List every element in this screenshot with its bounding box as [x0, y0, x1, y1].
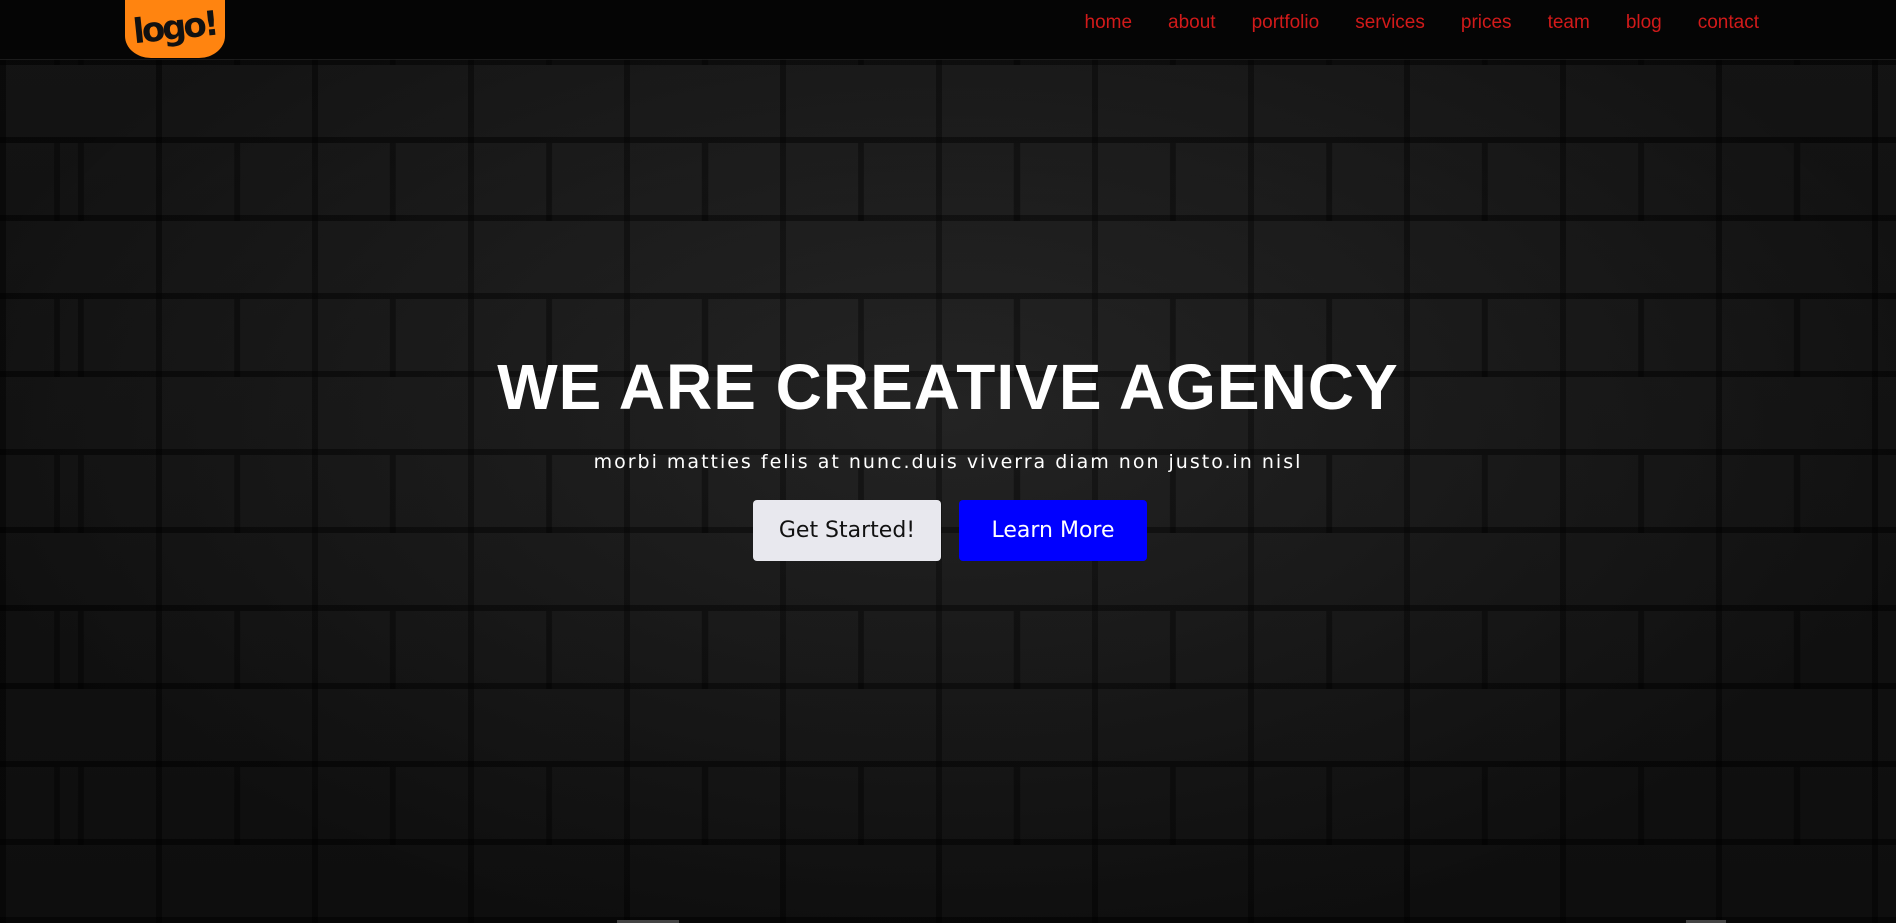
get-started-button[interactable]: Get Started!	[753, 500, 941, 561]
learn-more-button[interactable]: Learn More	[959, 500, 1147, 561]
nav-link-about[interactable]: about	[1168, 12, 1216, 33]
navbar: logo! home about portfolio services pric…	[0, 0, 1896, 59]
hero-subtitle: morbi matties felis at nunc.duis viverra…	[593, 451, 1303, 473]
nav-link-team[interactable]: team	[1548, 12, 1590, 33]
nav-link-services[interactable]: services	[1355, 12, 1425, 33]
nav-link-blog[interactable]: blog	[1626, 12, 1662, 33]
hero-title: WE ARE CREATIVE AGENCY	[497, 351, 1399, 423]
logo[interactable]: logo!	[125, 0, 225, 58]
nav-link-home[interactable]: home	[1085, 12, 1133, 33]
nav-link-portfolio[interactable]: portfolio	[1252, 12, 1320, 33]
nav-link-prices[interactable]: prices	[1461, 12, 1512, 33]
nav-menu: home about portfolio services prices tea…	[1049, 0, 1760, 46]
logo-text: logo!	[131, 3, 219, 53]
nav-link-contact[interactable]: contact	[1698, 12, 1759, 33]
